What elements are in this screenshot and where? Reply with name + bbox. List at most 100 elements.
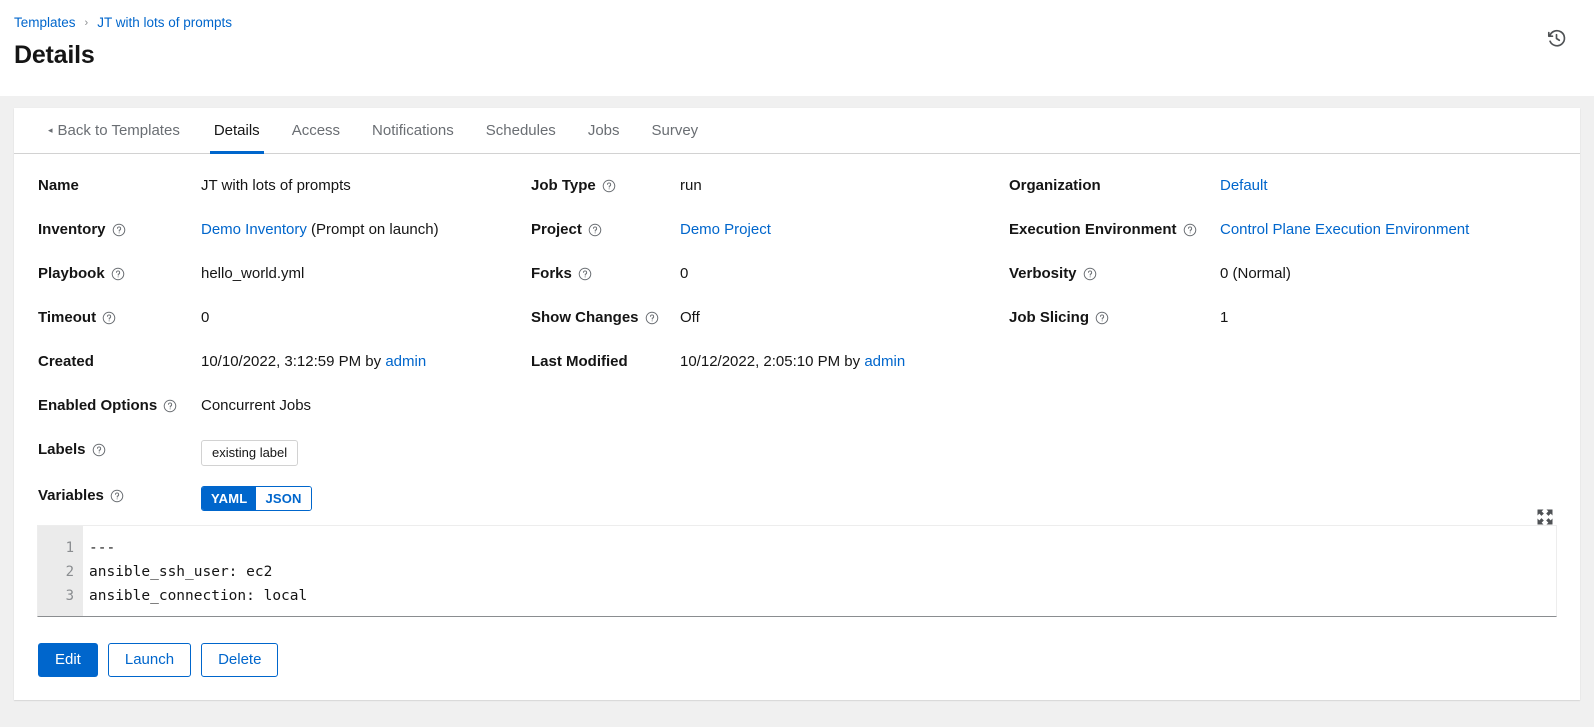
tab-access[interactable]: Access [276, 108, 356, 153]
breadcrumb-item-template[interactable]: JT with lots of prompts [97, 14, 232, 32]
edit-button[interactable]: Edit [38, 643, 98, 677]
editor-line-numbers: 1 2 3 [38, 526, 83, 616]
details-card: ◂ Back to Templates Details Access Notif… [14, 108, 1580, 700]
tab-access-label: Access [291, 122, 341, 139]
code-line: --- [89, 540, 116, 556]
label-execution-environment: Execution Environment [1009, 220, 1220, 264]
label-execution-environment-text: Execution Environment [1009, 221, 1177, 238]
expand-arrows-icon[interactable] [1535, 507, 1557, 529]
value-job-type: run [680, 177, 702, 194]
label-show-changes: Show Changes [531, 308, 680, 352]
tab-back-to-templates[interactable]: ◂ Back to Templates [36, 108, 198, 153]
inventory-link[interactable]: Demo Inventory [201, 221, 307, 238]
help-icon[interactable] [645, 311, 659, 325]
label-inventory: Inventory [38, 220, 201, 264]
tab-jobs[interactable]: Jobs [572, 108, 636, 153]
help-icon[interactable] [602, 179, 616, 193]
created-by-user-link[interactable]: admin [385, 353, 426, 370]
execution-environment-link[interactable]: Control Plane Execution Environment [1220, 221, 1469, 238]
label-chip: existing label [201, 440, 299, 466]
label-playbook: Playbook [38, 264, 201, 308]
line-number: 3 [65, 588, 74, 604]
help-icon[interactable] [163, 399, 177, 413]
last-modified-timestamp: 10/12/2022, 2:05:10 PM by [680, 353, 865, 370]
tab-notifications[interactable]: Notifications [356, 108, 470, 153]
label-forks: Forks [531, 264, 680, 308]
label-playbook-text: Playbook [38, 265, 105, 282]
value-show-changes: Off [680, 309, 700, 326]
label-organization: Organization [1009, 176, 1220, 220]
line-number: 2 [65, 564, 74, 580]
value-verbosity: 0 (Normal) [1220, 265, 1291, 282]
tab-schedules[interactable]: Schedules [470, 108, 572, 153]
value-inventory: Demo Inventory (Prompt on launch) [201, 220, 531, 264]
variables-editor-row: 1 2 3 --- ansible_ssh_user: ec2 ansible_co… [14, 509, 1580, 617]
label-variables-text: Variables [38, 487, 104, 504]
tab-survey[interactable]: Survey [636, 108, 715, 153]
variables-code-editor[interactable]: 1 2 3 --- ansible_ssh_user: ec2 ansible_co… [37, 525, 1557, 617]
tab-details[interactable]: Details [198, 108, 276, 154]
delete-button[interactable]: Delete [201, 643, 279, 677]
label-name: Name [38, 176, 201, 220]
code-line: ansible_connection: local [89, 588, 308, 604]
value-organization: Default [1220, 176, 1556, 220]
label-created: Created [38, 352, 201, 396]
label-name-text: Name [38, 177, 79, 194]
help-icon[interactable] [92, 443, 106, 457]
label-project-text: Project [531, 221, 582, 238]
organization-link[interactable]: Default [1220, 177, 1268, 194]
breadcrumb-item-templates[interactable]: Templates [14, 14, 76, 32]
editor-code-content[interactable]: --- ansible_ssh_user: ec2 ansible_connec… [83, 526, 1556, 616]
label-inventory-text: Inventory [38, 221, 106, 238]
label-labels: Labels [38, 440, 201, 484]
chevron-right-icon: › [84, 17, 89, 29]
label-last-modified: Last Modified [531, 352, 680, 396]
value-timeout: 0 [201, 309, 210, 326]
label-variables: Variables [38, 486, 201, 520]
inventory-prompt-suffix: (Prompt on launch) [306, 221, 439, 238]
value-job-slicing: 1 [1220, 309, 1229, 326]
code-line: ansible_ssh_user: ec2 [89, 564, 273, 580]
help-icon[interactable] [110, 489, 124, 503]
page-title: Details [14, 41, 95, 69]
tab-details-label: Details [213, 122, 260, 139]
value-created: 10/10/2022, 3:12:59 PM by admin [201, 352, 531, 396]
label-organization-text: Organization [1009, 177, 1101, 194]
help-icon[interactable] [1095, 311, 1109, 325]
help-icon[interactable] [1083, 267, 1097, 281]
label-last-modified-text: Last Modified [531, 353, 628, 370]
help-icon[interactable] [1183, 223, 1197, 237]
label-forks-text: Forks [531, 265, 572, 282]
label-job-type-text: Job Type [531, 177, 596, 194]
tab-schedules-label: Schedules [485, 122, 556, 139]
toggle-option-json[interactable]: JSON [256, 487, 311, 510]
toggle-option-yaml[interactable]: YAML [202, 487, 257, 510]
value-execution-environment: Control Plane Execution Environment [1220, 220, 1556, 264]
line-number: 1 [65, 540, 74, 556]
help-icon[interactable] [111, 267, 125, 281]
label-job-slicing-text: Job Slicing [1009, 309, 1090, 326]
label-show-changes-text: Show Changes [531, 309, 639, 326]
value-project: Demo Project [680, 220, 1009, 264]
tab-jobs-label: Jobs [587, 122, 620, 139]
tab-survey-label: Survey [651, 122, 699, 139]
value-forks: 0 [680, 265, 689, 282]
last-modified-by-user-link[interactable]: admin [864, 353, 905, 370]
chevron-left-icon: ◂ [48, 125, 53, 135]
variables-format-toggle: YAML JSON [201, 486, 312, 511]
history-clock-icon[interactable] [1542, 24, 1570, 52]
label-verbosity-text: Verbosity [1009, 265, 1077, 282]
label-job-slicing: Job Slicing [1009, 308, 1220, 352]
launch-button[interactable]: Launch [107, 643, 192, 677]
project-link[interactable]: Demo Project [680, 221, 771, 238]
variables-format-toggle-cell: YAML JSON [201, 486, 531, 525]
label-timeout-text: Timeout [38, 309, 97, 326]
help-icon[interactable] [588, 223, 602, 237]
help-icon[interactable] [102, 311, 116, 325]
breadcrumb: Templates › JT with lots of prompts [14, 14, 1574, 32]
action-button-group: Edit Launch Delete [14, 617, 1580, 677]
help-icon[interactable] [578, 267, 592, 281]
details-grid: Name JT with lots of prompts Job Type ru… [38, 176, 1556, 525]
help-icon[interactable] [112, 223, 126, 237]
page-header: Templates › JT with lots of prompts Deta… [0, 0, 1594, 96]
